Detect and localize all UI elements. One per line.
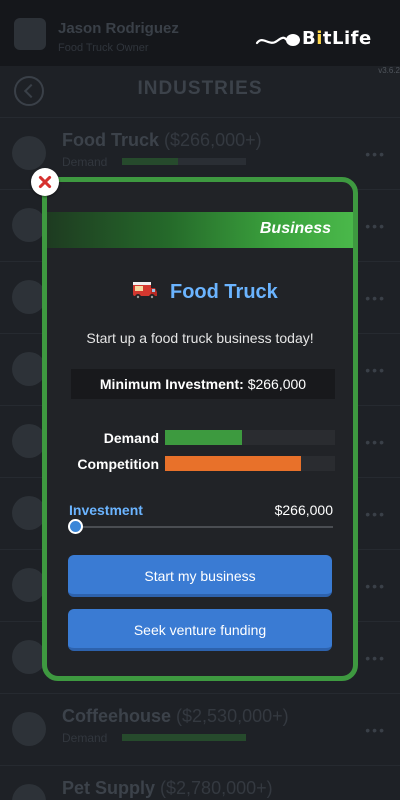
food-truck-icon (133, 282, 157, 300)
leaf-icon (12, 568, 46, 602)
min-investment-value: $266,000 (247, 376, 307, 392)
minimum-investment: Minimum Investment: $266,000 (71, 369, 335, 399)
gift-icon (12, 208, 46, 242)
industry-demand-bar (122, 158, 246, 165)
industry-demand-label: Demand (62, 731, 108, 745)
more-dots-icon[interactable]: ••• (365, 506, 386, 522)
logo-text: BitLife (302, 28, 372, 49)
investment-label: Investment (69, 502, 143, 518)
more-dots-icon[interactable]: ••• (365, 146, 386, 162)
player-subtitle: Food Truck Owner (58, 42, 149, 54)
pet-icon (12, 784, 46, 800)
top-bar: Jason Rodriguez Food Truck Owner BitLife… (0, 0, 400, 75)
modal-description: Start up a food truck business today! (86, 330, 314, 346)
bitlife-logo: BitLife (255, 28, 375, 52)
start-business-button[interactable]: Start my business (68, 555, 332, 597)
list-item[interactable]: Coffeehouse ($2,530,000+) Demand ••• (0, 694, 400, 766)
food-truck-icon (12, 136, 46, 170)
more-dots-icon[interactable]: ••• (365, 434, 386, 450)
coffee-icon (12, 712, 46, 746)
industry-icon (12, 280, 46, 314)
seek-funding-button[interactable]: Seek venture funding (68, 609, 332, 651)
player-avatar[interactable] (14, 18, 46, 50)
industry-icon (12, 352, 46, 386)
more-dots-icon[interactable]: ••• (365, 578, 386, 594)
list-item[interactable]: Pet Supply ($2,780,000+) (0, 766, 400, 800)
more-dots-icon[interactable]: ••• (365, 722, 386, 738)
close-icon[interactable] (31, 168, 59, 196)
sperm-logo-icon (255, 34, 300, 46)
category-banner: Business (47, 212, 353, 248)
industry-demand-label: Demand (62, 155, 108, 169)
business-modal: Business Food Truck Start up a food truc… (42, 177, 358, 681)
investment-slider-thumb[interactable] (68, 519, 83, 534)
page-title: INDUSTRIES (137, 78, 263, 99)
industry-title: Pet Supply ($2,780,000+) (62, 778, 273, 798)
header-bar: INDUSTRIES (0, 66, 400, 118)
industry-title: Coffeehouse ($2,530,000+) (62, 706, 289, 726)
more-dots-icon[interactable]: ••• (365, 650, 386, 666)
player-name: Jason Rodriguez (58, 20, 179, 37)
industry-title: Food Truck ($266,000+) (62, 130, 262, 150)
competition-label: Competition (77, 456, 159, 472)
investment-slider-track[interactable] (75, 526, 333, 528)
industry-icon (12, 640, 46, 674)
more-dots-icon[interactable]: ••• (365, 290, 386, 306)
min-investment-label: Minimum Investment: (99, 376, 244, 392)
more-dots-icon[interactable]: ••• (365, 218, 386, 234)
more-dots-icon[interactable]: ••• (365, 362, 386, 378)
modal-title: Food Truck (170, 281, 278, 303)
industry-demand-bar (122, 734, 246, 741)
demand-label: Demand (103, 430, 159, 446)
demand-bar (165, 430, 335, 445)
emoji-face-icon (12, 496, 46, 530)
banner-label: Business (259, 220, 331, 237)
competition-bar (165, 456, 335, 471)
investment-value: $266,000 (274, 502, 333, 518)
industry-icon (12, 424, 46, 458)
